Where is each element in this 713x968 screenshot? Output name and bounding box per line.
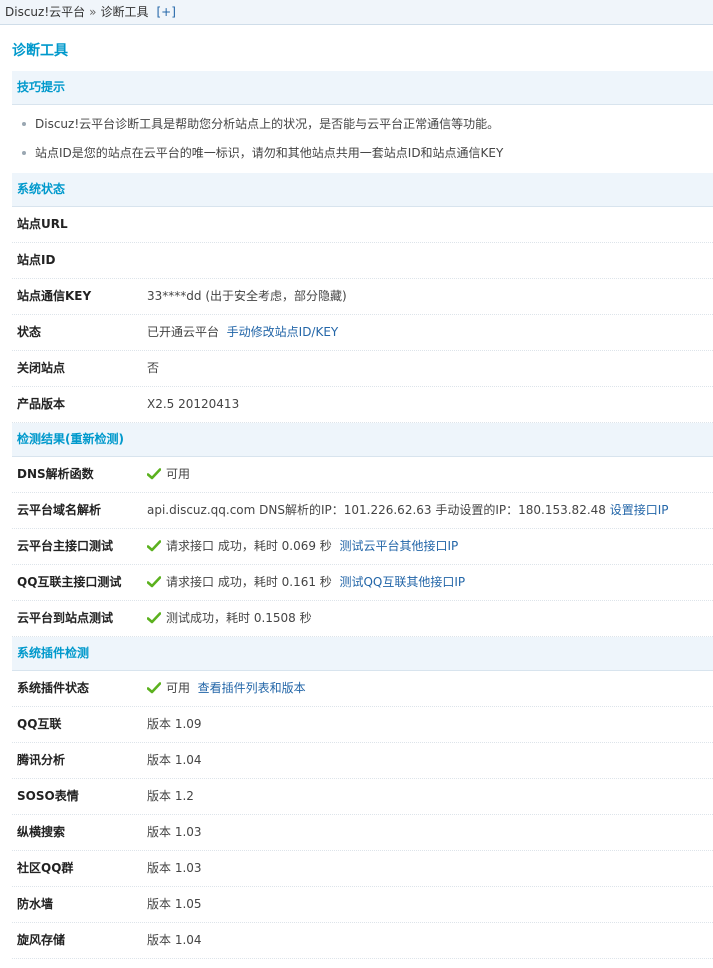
plugin-name: SOSO表情 bbox=[17, 789, 79, 803]
site-id-row: 站点ID bbox=[12, 243, 713, 279]
closed-row: 关闭站点 否 bbox=[12, 351, 713, 387]
site-url-row: 站点URL bbox=[12, 207, 713, 243]
plugin-name: 旋风存储 bbox=[17, 933, 66, 947]
domain-row: 云平台域名解析 api.discuz.qq.com DNS解析的IP：101.2… bbox=[12, 493, 713, 529]
breadcrumb: Discuz!云平台 » 诊断工具 [+] bbox=[0, 0, 713, 25]
check-icon bbox=[147, 467, 161, 479]
plugin-version: 版本 1.03 bbox=[147, 825, 202, 839]
test-cloud-ip-link[interactable]: 测试云平台其他接口IP bbox=[339, 539, 458, 553]
plugin-status-row: 系统插件状态 可用 查看插件列表和版本 bbox=[12, 671, 713, 707]
breadcrumb-separator: » bbox=[89, 5, 97, 19]
row-value: 可用 bbox=[166, 467, 191, 481]
plugin-name: 社区QQ群 bbox=[17, 861, 74, 875]
view-plugins-link[interactable]: 查看插件列表和版本 bbox=[198, 681, 306, 695]
add-shortcut-link[interactable]: [+] bbox=[157, 5, 176, 19]
plugin-name: QQ互联 bbox=[17, 717, 62, 731]
tip-item: 站点ID是您的站点在云平台的唯一标识，请勿和其他站点共用一套站点ID和站点通信K… bbox=[12, 139, 713, 168]
bullet-icon bbox=[22, 150, 26, 155]
check-icon bbox=[147, 539, 161, 551]
check-icon bbox=[147, 611, 161, 623]
system-status-header: 系统状态 bbox=[12, 173, 713, 207]
row-value: 可用 bbox=[166, 681, 191, 695]
plugin-row: 腾讯分析 版本 1.04 bbox=[12, 743, 713, 779]
row-value: X2.5 20120413 bbox=[147, 397, 240, 411]
tip-text: Discuz!云平台诊断工具是帮助您分析站点上的状况，是否能与云平台正常通信等功… bbox=[35, 117, 500, 131]
row-value: 请求接口 成功，耗时 0.161 秒 bbox=[166, 575, 332, 589]
row-value: api.discuz.qq.com DNS解析的IP：101.226.62.63… bbox=[147, 503, 606, 517]
row-label: DNS解析函数 bbox=[17, 467, 94, 481]
row-label: 关闭站点 bbox=[17, 361, 66, 375]
plugin-row: SOSO表情 版本 1.2 bbox=[12, 779, 713, 815]
row-value-group: 可用 bbox=[147, 457, 190, 492]
status-row: 状态 已开通云平台 手动修改站点ID/KEY bbox=[12, 315, 713, 351]
breadcrumb-current: 诊断工具 bbox=[100, 5, 149, 19]
row-label: 云平台域名解析 bbox=[17, 503, 102, 517]
row-label: 站点URL bbox=[17, 217, 68, 231]
row-value-group: 测试成功，耗时 0.1508 秒 bbox=[147, 601, 312, 636]
row-value: 33****dd (出于安全考虑，部分隐藏) bbox=[147, 289, 347, 303]
plugin-name: 腾讯分析 bbox=[17, 753, 66, 767]
plugin-row: 社区QQ群 版本 1.03 bbox=[12, 851, 713, 887]
bullet-icon bbox=[22, 121, 26, 126]
tip-item: Discuz!云平台诊断工具是帮助您分析站点上的状况，是否能与云平台正常通信等功… bbox=[12, 110, 713, 139]
row-value-group: 请求接口 成功，耗时 0.161 秒 测试QQ互联其他接口IP bbox=[147, 565, 465, 600]
row-value-group: 可用 查看插件列表和版本 bbox=[147, 671, 306, 706]
row-label: 系统插件状态 bbox=[17, 681, 90, 695]
plugin-row: QQ互联 版本 1.09 bbox=[12, 707, 713, 743]
row-value: 已开通云平台 bbox=[147, 325, 220, 339]
page-title: 诊断工具 bbox=[12, 43, 68, 59]
plugin-version: 版本 1.05 bbox=[147, 897, 202, 911]
plugin-version: 版本 1.09 bbox=[147, 717, 202, 731]
site-key-row: 站点通信KEY 33****dd (出于安全考虑，部分隐藏) bbox=[12, 279, 713, 315]
edit-site-key-link[interactable]: 手动修改站点ID/KEY bbox=[227, 325, 339, 339]
plugin-version: 版本 1.04 bbox=[147, 933, 202, 947]
version-row: 产品版本 X2.5 20120413 bbox=[12, 387, 713, 423]
tip-text: 站点ID是您的站点在云平台的唯一标识，请勿和其他站点共用一套站点ID和站点通信K… bbox=[35, 146, 504, 160]
plugin-name: 防水墙 bbox=[17, 897, 54, 911]
row-value: 测试成功，耗时 0.1508 秒 bbox=[166, 611, 312, 625]
redetect-link[interactable]: 重新检测 bbox=[71, 432, 119, 446]
plugin-version: 版本 1.03 bbox=[147, 861, 202, 875]
site-test-row: 云平台到站点测试 测试成功，耗时 0.1508 秒 bbox=[12, 601, 713, 637]
plugins-header: 系统插件检测 bbox=[12, 637, 713, 671]
detect-header: 检测结果(重新检测) bbox=[12, 423, 713, 457]
test-qq-ip-link[interactable]: 测试QQ互联其他接口IP bbox=[339, 575, 465, 589]
row-label: 状态 bbox=[17, 325, 42, 339]
row-label: QQ互联主接口测试 bbox=[17, 575, 122, 589]
row-label: 站点通信KEY bbox=[17, 289, 92, 303]
detect-header-prefix: 检测结果( bbox=[17, 432, 71, 446]
detect-header-suffix: ) bbox=[118, 432, 124, 446]
row-label: 产品版本 bbox=[17, 397, 66, 411]
set-api-ip-link[interactable]: 设置接口IP bbox=[610, 503, 669, 517]
row-value-group: api.discuz.qq.com DNS解析的IP：101.226.62.63… bbox=[147, 493, 669, 528]
qq-api-row: QQ互联主接口测试 请求接口 成功，耗时 0.161 秒 测试QQ互联其他接口I… bbox=[12, 565, 713, 601]
row-label: 云平台到站点测试 bbox=[17, 611, 114, 625]
row-value: 请求接口 成功，耗时 0.069 秒 bbox=[166, 539, 332, 553]
row-value-group: 请求接口 成功，耗时 0.069 秒 测试云平台其他接口IP bbox=[147, 529, 458, 564]
tips-list: Discuz!云平台诊断工具是帮助您分析站点上的状况，是否能与云平台正常通信等功… bbox=[12, 105, 713, 173]
plugin-version: 版本 1.2 bbox=[147, 789, 194, 803]
plugin-version: 版本 1.04 bbox=[147, 753, 202, 767]
dns-row: DNS解析函数 可用 bbox=[12, 457, 713, 493]
row-value: 否 bbox=[147, 361, 160, 375]
check-icon bbox=[147, 681, 161, 693]
check-icon bbox=[147, 575, 161, 587]
plugin-row: 旋风存储 版本 1.04 bbox=[12, 923, 713, 959]
tips-header: 技巧提示 bbox=[12, 71, 713, 105]
cloud-api-row: 云平台主接口测试 请求接口 成功，耗时 0.069 秒 测试云平台其他接口IP bbox=[12, 529, 713, 565]
plugin-name: 纵横搜索 bbox=[17, 825, 66, 839]
row-label: 云平台主接口测试 bbox=[17, 539, 114, 553]
diagnostics-table: 技巧提示 Discuz!云平台诊断工具是帮助您分析站点上的状况，是否能与云平台正… bbox=[12, 71, 713, 959]
row-value-group: 已开通云平台 手动修改站点ID/KEY bbox=[147, 315, 338, 350]
plugin-row: 防水墙 版本 1.05 bbox=[12, 887, 713, 923]
row-label: 站点ID bbox=[17, 253, 56, 267]
breadcrumb-root[interactable]: Discuz!云平台 bbox=[5, 5, 85, 19]
plugin-row: 纵横搜索 版本 1.03 bbox=[12, 815, 713, 851]
